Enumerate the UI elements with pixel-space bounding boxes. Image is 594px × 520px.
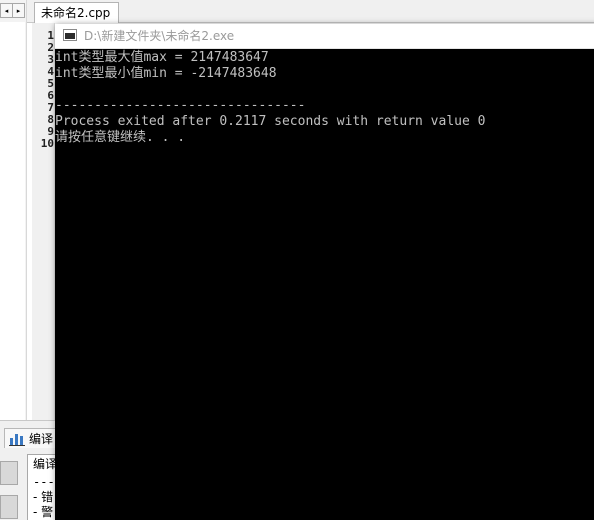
- console-window[interactable]: D:\新建文件夹\未命名2.exe int类型最大值max = 21474836…: [55, 24, 594, 520]
- compile-side-button[interactable]: [0, 461, 18, 485]
- compile-tab-label: 编译: [29, 432, 54, 446]
- log-line: 编译: [33, 457, 58, 471]
- console-press-key-prompt: 请按任意键继续. . .: [55, 130, 186, 145]
- console-title: D:\新建文件夹\未命名2.exe: [84, 29, 235, 43]
- console-line-min: int类型最小值min = -2147483648: [55, 66, 277, 81]
- log-line: - 错: [33, 490, 54, 504]
- log-line: - 警: [33, 505, 54, 519]
- console-separator: --------------------------------: [55, 98, 306, 113]
- compile-side-button[interactable]: [0, 495, 18, 519]
- console-app-icon: [63, 29, 77, 41]
- line-numbers: 1 2 3 4 5 6 7 8 9 10: [27, 30, 54, 150]
- console-line-max: int类型最大值max = 2147483647: [55, 50, 269, 65]
- project-tree[interactable]: [0, 22, 25, 420]
- bar-chart-icon: [9, 434, 25, 446]
- console-output[interactable]: int类型最大值max = 2147483647 int类型最小值min = -…: [55, 49, 594, 520]
- console-title-bar[interactable]: D:\新建文件夹\未命名2.exe: [55, 24, 594, 49]
- tab-scroll-right-button[interactable]: ▸: [12, 3, 25, 18]
- desktop-screen: ◂ ▸ 未命名2.cpp 1 2 3 4 5 6 7 8 9 10 编译 编译 …: [0, 0, 594, 520]
- editor-tab-strip: 未命名2.cpp: [27, 0, 594, 23]
- line-number: 10: [40, 137, 54, 150]
- log-line: ---: [33, 475, 55, 489]
- tab-file[interactable]: 未命名2.cpp: [34, 2, 120, 23]
- tab-compile-log[interactable]: 编译: [4, 428, 61, 448]
- project-panel: ◂ ▸: [0, 0, 27, 420]
- console-exit-status: Process exited after 0.2117 seconds with…: [55, 114, 486, 129]
